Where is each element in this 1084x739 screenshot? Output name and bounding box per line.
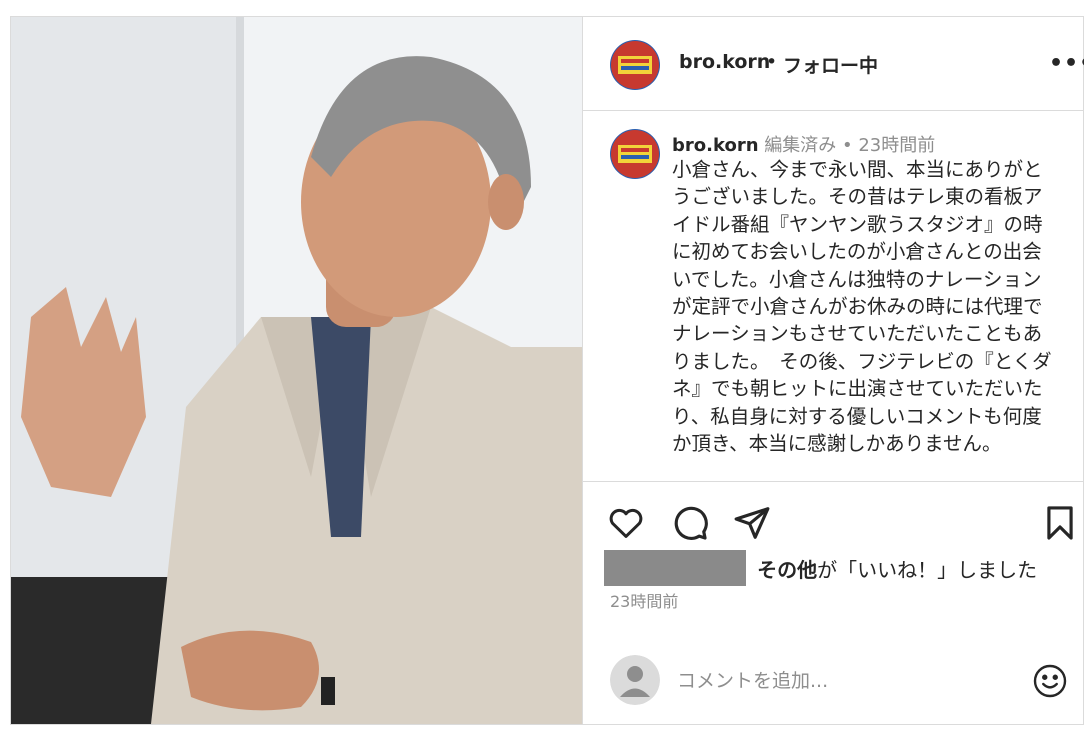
viewer-avatar [610, 655, 660, 705]
profile-avatar[interactable] [610, 40, 660, 90]
caption-meta: bro.korn 編集済み • 23時間前 [672, 131, 935, 157]
follow-status-button[interactable]: フォロー中 [783, 51, 878, 78]
caption-separator: • [841, 135, 853, 156]
header-username[interactable]: bro.korn [679, 51, 770, 73]
comment-icon[interactable] [671, 504, 709, 542]
share-icon[interactable] [733, 504, 771, 542]
caption-text: 小倉さん、今まで永い間、本当にありがとうございました。その昔はテレ東の看板アイド… [672, 158, 1052, 456]
post-timestamp[interactable]: 23時間前 [610, 588, 678, 612]
bookmark-icon[interactable] [1041, 504, 1079, 542]
add-comment-row [583, 639, 1083, 724]
emoji-smile-icon[interactable] [1032, 663, 1068, 699]
likes-text: その他が「いいね！」しました [757, 558, 1037, 582]
caption-username[interactable]: bro.korn [672, 135, 759, 156]
post-sidebar: bro.korn • フォロー中 ••• bro.korn 編集済み • 23時… [582, 17, 1084, 724]
more-horizontal-icon[interactable]: ••• [1049, 51, 1084, 76]
heart-icon[interactable] [607, 504, 645, 542]
likes-others-link[interactable]: その他 [757, 558, 817, 582]
caption-avatar[interactable] [610, 129, 660, 179]
likes-summary[interactable]: その他が「いいね！」しました [604, 550, 1037, 586]
post-photo[interactable] [11, 17, 582, 724]
comment-input[interactable] [675, 665, 1009, 697]
post-photo-image [11, 17, 582, 724]
header-separator: • [766, 51, 778, 73]
post-header: bro.korn • フォロー中 ••• [583, 17, 1084, 111]
caption-section: bro.korn 編集済み • 23時間前 小倉さん、今まで永い間、本当にありが… [583, 111, 1083, 481]
caption-edited-label: 編集済み [764, 135, 837, 156]
blurred-liker-name [604, 550, 746, 586]
instagram-post: bro.korn • フォロー中 ••• bro.korn 編集済み • 23時… [10, 16, 1084, 725]
likes-suffix: が「いいね！」しました [817, 557, 1038, 582]
caption-time: 23時間前 [858, 135, 936, 156]
